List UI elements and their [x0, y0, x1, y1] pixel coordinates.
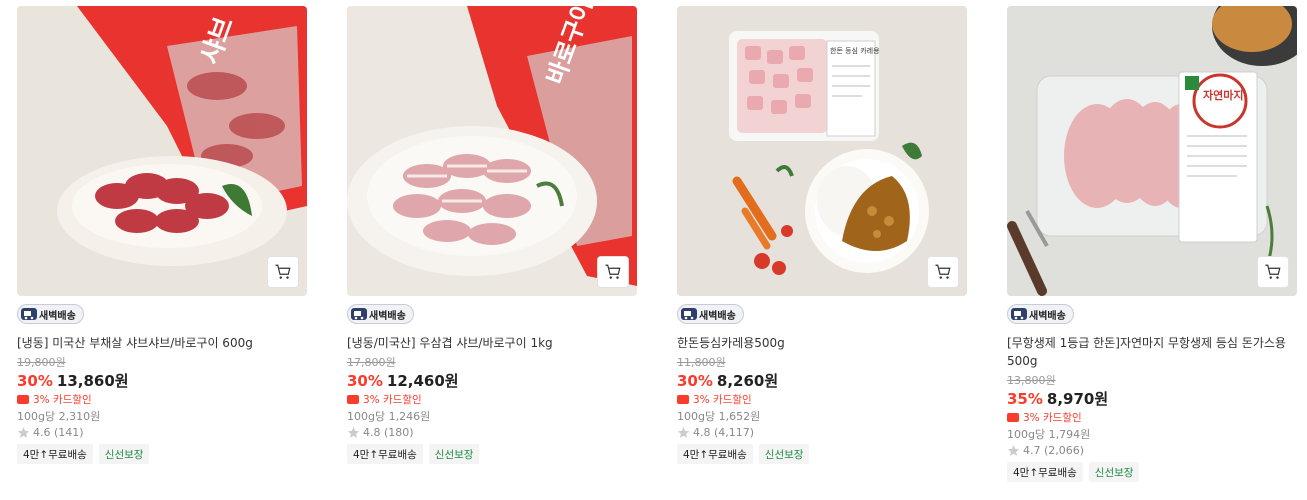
- original-price: 11,800원: [677, 356, 726, 369]
- card-discount: 3% 카드할인: [347, 392, 637, 407]
- product-name[interactable]: 한돈등심카레용500g: [677, 334, 967, 352]
- card-discount: 3% 카드할인: [1007, 410, 1297, 425]
- product-card[interactable]: 샤브 새벽배송 [냉동] 미국산 부채살 샤브샤브/바로구이 600g 19,8…: [17, 6, 307, 464]
- freshness-tag: 신선보장: [758, 444, 810, 464]
- rating: 4.6 (141): [17, 426, 307, 439]
- dawn-delivery-label: 새벽배송: [39, 310, 76, 322]
- dawn-delivery-label: 새벽배송: [1029, 310, 1066, 322]
- original-price: 19,800원: [17, 356, 66, 369]
- product-image[interactable]: 자연마지: [1007, 6, 1297, 296]
- star-icon: [17, 427, 30, 438]
- review-count: (2,066): [1044, 444, 1085, 457]
- product-name[interactable]: [냉동/미국산] 우삼겹 샤브/바로구이 1kg: [347, 334, 637, 352]
- cutlet-label-text: 자연마지: [1203, 88, 1243, 102]
- beef-rolls-photo: 바로구이: [347, 6, 637, 296]
- review-count: (4,117): [714, 426, 755, 439]
- sale-price: 8,970원: [1046, 390, 1109, 408]
- tag-list: 4만↑무료배송 신선보장: [1007, 462, 1297, 482]
- product-image[interactable]: 샤브: [17, 6, 307, 296]
- star-icon: [347, 427, 360, 438]
- rating: 4.8 (180): [347, 426, 637, 439]
- free-shipping-tag: 4만↑무료배송: [1007, 462, 1083, 482]
- dawn-delivery-badge: 새벽배송: [17, 304, 84, 324]
- card-discount-label: 3% 카드할인: [1023, 412, 1082, 424]
- rating-value: 4.6: [33, 426, 51, 439]
- dawn-delivery-badge: 새벽배송: [677, 304, 744, 324]
- product-card[interactable]: 바로구이 새벽배송 [냉동/미국산] 우삼겹 샤브/바로구이 1kg 17,80…: [347, 6, 637, 464]
- freshness-tag: 신선보장: [98, 444, 150, 464]
- product-name[interactable]: [냉동] 미국산 부채살 샤브샤브/바로구이 600g: [17, 334, 307, 352]
- unit-price: 100g당 1,246원: [347, 410, 431, 423]
- tag-list: 4만↑무료배송 신선보장: [17, 444, 307, 464]
- dawn-delivery-label: 새벽배송: [369, 310, 406, 322]
- sale-price: 13,860원: [56, 372, 129, 390]
- free-shipping-tag: 4만↑무료배송: [347, 444, 423, 464]
- original-price: 17,800원: [347, 356, 396, 369]
- credit-card-icon: [17, 395, 29, 404]
- card-discount-label: 3% 카드할인: [33, 394, 92, 406]
- product-card[interactable]: 자연마지 새벽배송 [무항생제 1등급 한돈]자연마지 무항생제 등심 돈가스용…: [1007, 6, 1297, 482]
- add-to-cart-button[interactable]: [267, 256, 299, 288]
- pork-cutlet-photo: 자연마지: [1007, 6, 1297, 296]
- svg-text:한돈 등심 카레용: 한돈 등심 카레용: [830, 46, 880, 55]
- cart-icon: [605, 264, 621, 279]
- discount-rate: 30%: [677, 372, 713, 390]
- credit-card-icon: [1007, 413, 1019, 422]
- free-shipping-tag: 4만↑무료배송: [17, 444, 93, 464]
- price-row: 35% 8,970원: [1007, 389, 1297, 409]
- tag-list: 4만↑무료배송 신선보장: [677, 444, 967, 464]
- product-name[interactable]: [무항생제 1등급 한돈]자연마지 무항생제 등심 돈가스용 500g: [1007, 334, 1297, 370]
- freshness-tag: 신선보장: [428, 444, 480, 464]
- card-discount: 3% 카드할인: [677, 392, 967, 407]
- truck-icon: [681, 308, 697, 320]
- discount-rate: 30%: [347, 372, 383, 390]
- tag-list: 4만↑무료배송 신선보장: [347, 444, 637, 464]
- unit-price: 100g당 1,794원: [1007, 428, 1091, 441]
- pork-curry-photo: 한돈 등심 카레용: [677, 6, 967, 296]
- truck-icon: [21, 308, 37, 320]
- star-icon: [1007, 445, 1020, 456]
- discount-rate: 35%: [1007, 390, 1043, 408]
- product-card[interactable]: 한돈 등심 카레용 새벽배송 한돈등심카레용500g 11,800원 30% 8…: [677, 6, 967, 464]
- dawn-delivery-badge: 새벽배송: [1007, 304, 1074, 324]
- cart-icon: [935, 264, 951, 279]
- unit-price: 100g당 2,310원: [17, 410, 101, 423]
- review-count: (141): [54, 426, 84, 439]
- price-row: 30% 12,460원: [347, 371, 637, 391]
- product-image[interactable]: 바로구이: [347, 6, 637, 296]
- product-grid: 샤브 새벽배송 [냉동] 미국산 부채살 샤브샤브/바로구이 600g 19,8…: [0, 0, 1307, 500]
- add-to-cart-button[interactable]: [1257, 256, 1289, 288]
- review-count: (180): [384, 426, 414, 439]
- discount-rate: 30%: [17, 372, 53, 390]
- sale-price: 8,260원: [716, 372, 779, 390]
- add-to-cart-button[interactable]: [597, 256, 629, 288]
- price-row: 30% 13,860원: [17, 371, 307, 391]
- free-shipping-tag: 4만↑무료배송: [677, 444, 753, 464]
- product-image[interactable]: 한돈 등심 카레용: [677, 6, 967, 296]
- credit-card-icon: [677, 395, 689, 404]
- freshness-tag: 신선보장: [1088, 462, 1140, 482]
- card-discount: 3% 카드할인: [17, 392, 307, 407]
- rating-value: 4.7: [1023, 444, 1041, 457]
- rating-value: 4.8: [693, 426, 711, 439]
- credit-card-icon: [347, 395, 359, 404]
- sale-price: 12,460원: [386, 372, 459, 390]
- card-discount-label: 3% 카드할인: [363, 394, 422, 406]
- beef-brisket-photo: 샤브: [17, 6, 307, 296]
- star-icon: [677, 427, 690, 438]
- cart-icon: [275, 264, 291, 279]
- price-row: 30% 8,260원: [677, 371, 967, 391]
- rating-value: 4.8: [363, 426, 381, 439]
- rating: 4.8 (4,117): [677, 426, 967, 439]
- truck-icon: [1011, 308, 1027, 320]
- card-discount-label: 3% 카드할인: [693, 394, 752, 406]
- truck-icon: [351, 308, 367, 320]
- add-to-cart-button[interactable]: [927, 256, 959, 288]
- dawn-delivery-label: 새벽배송: [699, 310, 736, 322]
- unit-price: 100g당 1,652원: [677, 410, 761, 423]
- cart-icon: [1265, 264, 1281, 279]
- dawn-delivery-badge: 새벽배송: [347, 304, 414, 324]
- original-price: 13,800원: [1007, 374, 1056, 387]
- rating: 4.7 (2,066): [1007, 444, 1297, 457]
